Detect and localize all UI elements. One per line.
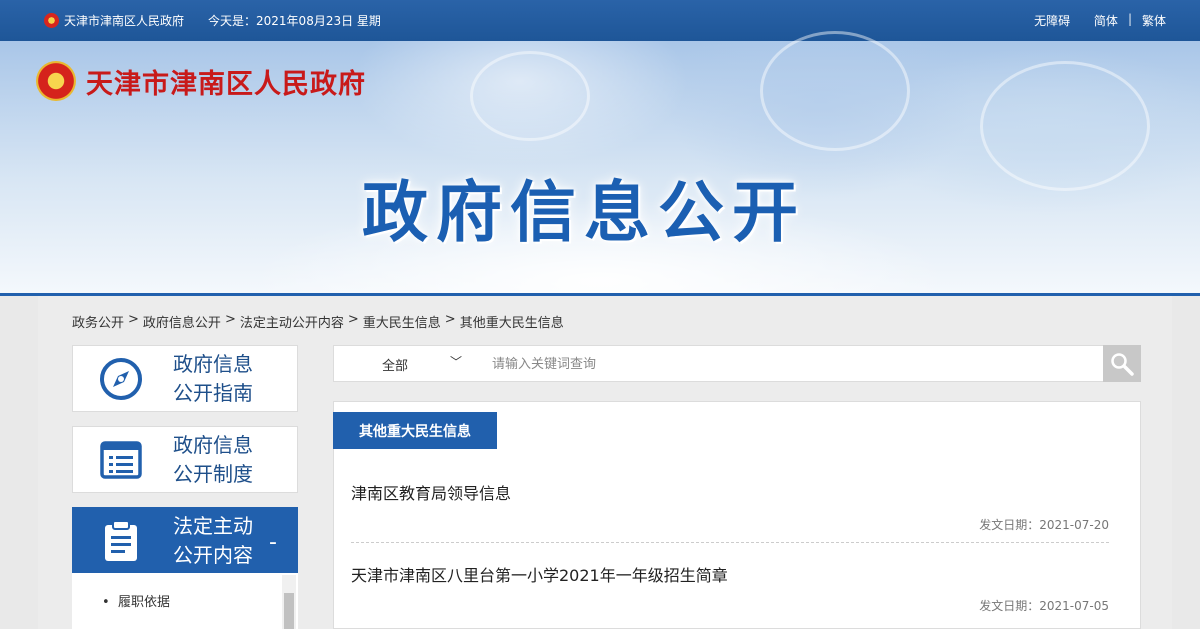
site-logo[interactable]: 天津市津南区人民政府 [36, 61, 366, 101]
top-bar-links: 无障碍 简体 | 繁体 [1034, 12, 1166, 29]
list-item: 天津市津南区八里台第一小学2021年一年级招生简章 发文日期：2021-07-0… [351, 562, 1109, 613]
submenu-item[interactable]: • 履职依据 [102, 591, 170, 610]
divider [351, 542, 1109, 543]
list-document-icon [91, 426, 151, 493]
publish-date: 发文日期：2021-07-20 [979, 518, 1109, 532]
sidebar-item-label: 政府信息 公开制度 [173, 432, 253, 486]
panel-title-tab[interactable]: 其他重大民生信息 [333, 412, 497, 449]
simplified-chinese-link[interactable]: 简体 [1094, 12, 1118, 29]
publish-date: 发文日期：2021-07-05 [979, 599, 1109, 613]
top-bar-left: 天津市津南区人民政府 今天是：2021年08月23日 星期 [44, 12, 381, 29]
collapse-toggle[interactable]: - [269, 530, 277, 555]
banner-title: 政府信息公开 [362, 174, 806, 251]
sidebar-item-disclosure-system[interactable]: 政府信息 公开制度 [72, 426, 298, 493]
sidebar-item-disclosure-guide[interactable]: 政府信息 公开指南 [72, 345, 298, 412]
logo-text: 天津市津南区人民政府 [86, 68, 366, 100]
top-site-name: 天津市津南区人民政府 [64, 14, 185, 28]
sidebar-submenu: • 履职依据 [72, 573, 298, 629]
search-scope-select[interactable]: 全部 [382, 355, 408, 374]
search-bar: 全部 ﹀ [333, 345, 1141, 382]
search-icon [1111, 352, 1134, 376]
breadcrumb-item[interactable]: 政务公开 [72, 312, 124, 331]
breadcrumb: 政务公开 > 政府信息公开 > 法定主动公开内容 > 重大民生信息 > 其他重大… [72, 312, 564, 331]
chevron-down-icon[interactable]: ﹀ [450, 353, 462, 370]
breadcrumb-item[interactable]: 重大民生信息 [363, 312, 441, 331]
sidebar-item-label: 法定主动 公开内容 [173, 513, 253, 567]
search-input[interactable] [492, 353, 1092, 375]
top-bar: 天津市津南区人民政府 今天是：2021年08月23日 星期 无障碍 简体 | 繁… [0, 0, 1200, 41]
news-title-link[interactable]: 津南区教育局领导信息 [351, 480, 1109, 504]
breadcrumb-item[interactable]: 其他重大民生信息 [460, 312, 564, 331]
news-title-link[interactable]: 天津市津南区八里台第一小学2021年一年级招生简章 [351, 562, 1109, 586]
national-emblem-icon [36, 61, 76, 101]
national-emblem-icon [44, 13, 59, 28]
traditional-chinese-link[interactable]: 繁体 [1142, 12, 1166, 29]
search-button[interactable] [1103, 345, 1141, 382]
header-banner: 天津市津南区人民政府 政府信息公开 [0, 31, 1200, 293]
breadcrumb-item[interactable]: 法定主动公开内容 [240, 312, 344, 331]
submenu-scrollbar[interactable] [282, 575, 296, 629]
accessibility-link[interactable]: 无障碍 [1034, 12, 1070, 29]
list-item: 津南区教育局领导信息 发文日期：2021-07-20 [351, 480, 1109, 543]
breadcrumb-item[interactable]: 政府信息公开 [143, 312, 221, 331]
sidebar-item-label: 政府信息 公开指南 [173, 351, 253, 405]
clipboard-icon [91, 507, 151, 574]
compass-icon [91, 345, 151, 412]
today-date: 今天是：2021年08月23日 星期 [208, 14, 381, 28]
sidebar-item-statutory-content[interactable]: 法定主动 公开内容 - [72, 507, 298, 574]
